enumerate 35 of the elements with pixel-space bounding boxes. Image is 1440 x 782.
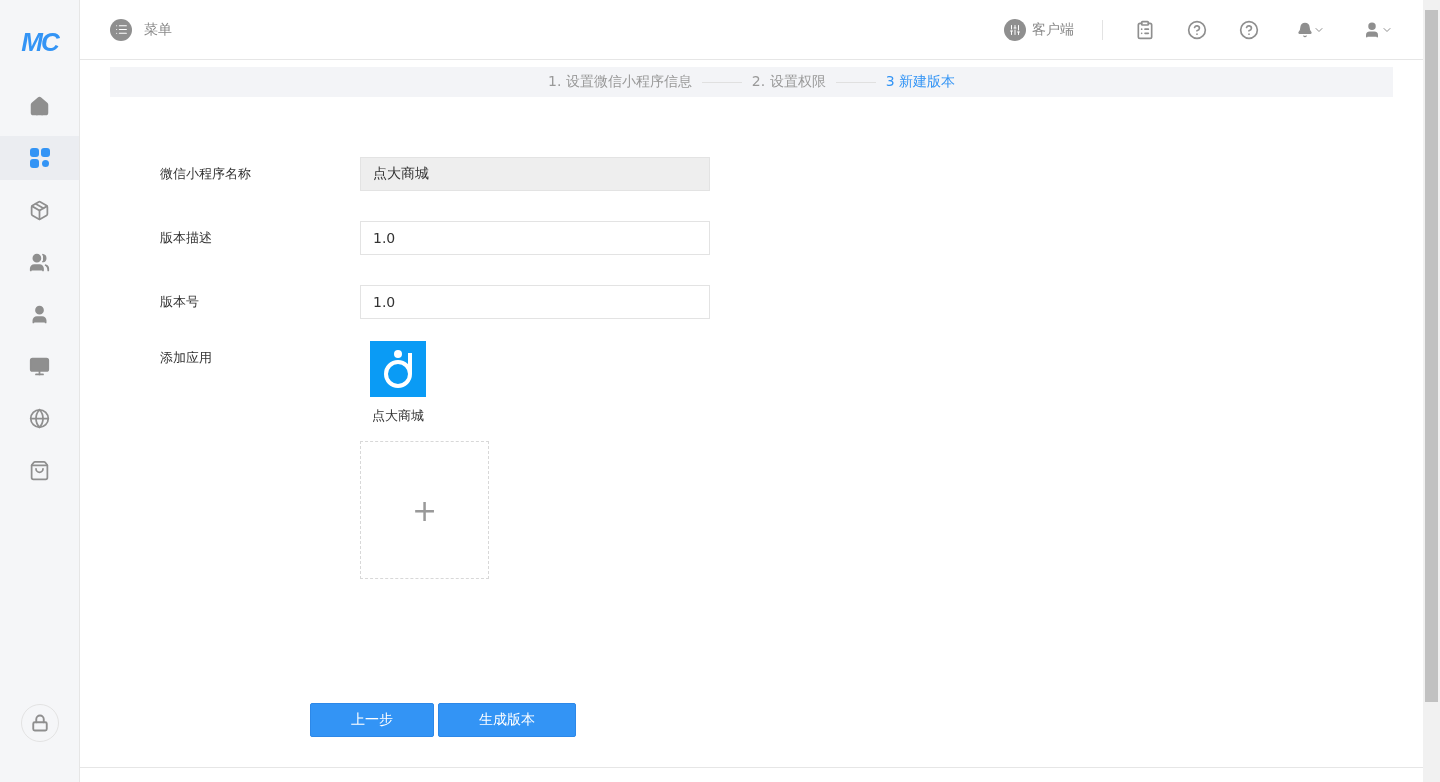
- field-label: 版本号: [160, 293, 200, 311]
- sidebar-item[interactable]: [0, 136, 79, 180]
- menu-icon[interactable]: [110, 18, 132, 41]
- client-link[interactable]: 客户端: [1032, 20, 1074, 39]
- bell-icon[interactable]: [1297, 21, 1325, 38]
- step-label: 3 新建版本: [885, 73, 955, 91]
- field-label: 添加应用: [160, 349, 213, 367]
- action-button[interactable]: 上一步: [310, 703, 434, 737]
- help-icon[interactable]: [1187, 19, 1207, 40]
- package-icon: [29, 199, 50, 221]
- logo: MC: [20, 25, 60, 59]
- field-label: 版本描述: [160, 229, 213, 247]
- input-field[interactable]: 1.0: [360, 221, 710, 255]
- action-button[interactable]: 生成版本: [438, 703, 576, 737]
- lock-icon: [30, 714, 49, 732]
- step-label: 1. 设置微信小程序信息: [548, 73, 692, 91]
- input-field[interactable]: 1.0: [360, 285, 710, 319]
- home-icon: [29, 95, 50, 117]
- help-icon[interactable]: [1239, 19, 1259, 40]
- app-name: 点大商城: [372, 407, 424, 425]
- bag-icon: [29, 459, 50, 481]
- apps-gear-icon: [28, 147, 51, 169]
- monitor-icon: [29, 355, 50, 377]
- menu-label[interactable]: 菜单: [144, 20, 172, 39]
- sliders-icon[interactable]: [1004, 18, 1026, 41]
- scrollbar-thumb[interactable]: [1425, 10, 1438, 702]
- user-icon[interactable]: [1363, 20, 1393, 39]
- users-icon: [29, 251, 50, 273]
- step-label: 2. 设置权限: [751, 73, 826, 91]
- app-logo-icon[interactable]: [370, 341, 426, 397]
- clipboard-icon[interactable]: [1135, 19, 1155, 40]
- globe-icon: [29, 407, 50, 429]
- field-label: 微信小程序名称: [160, 165, 252, 183]
- add-app-button[interactable]: +: [360, 441, 489, 579]
- lock-button[interactable]: [20, 704, 59, 742]
